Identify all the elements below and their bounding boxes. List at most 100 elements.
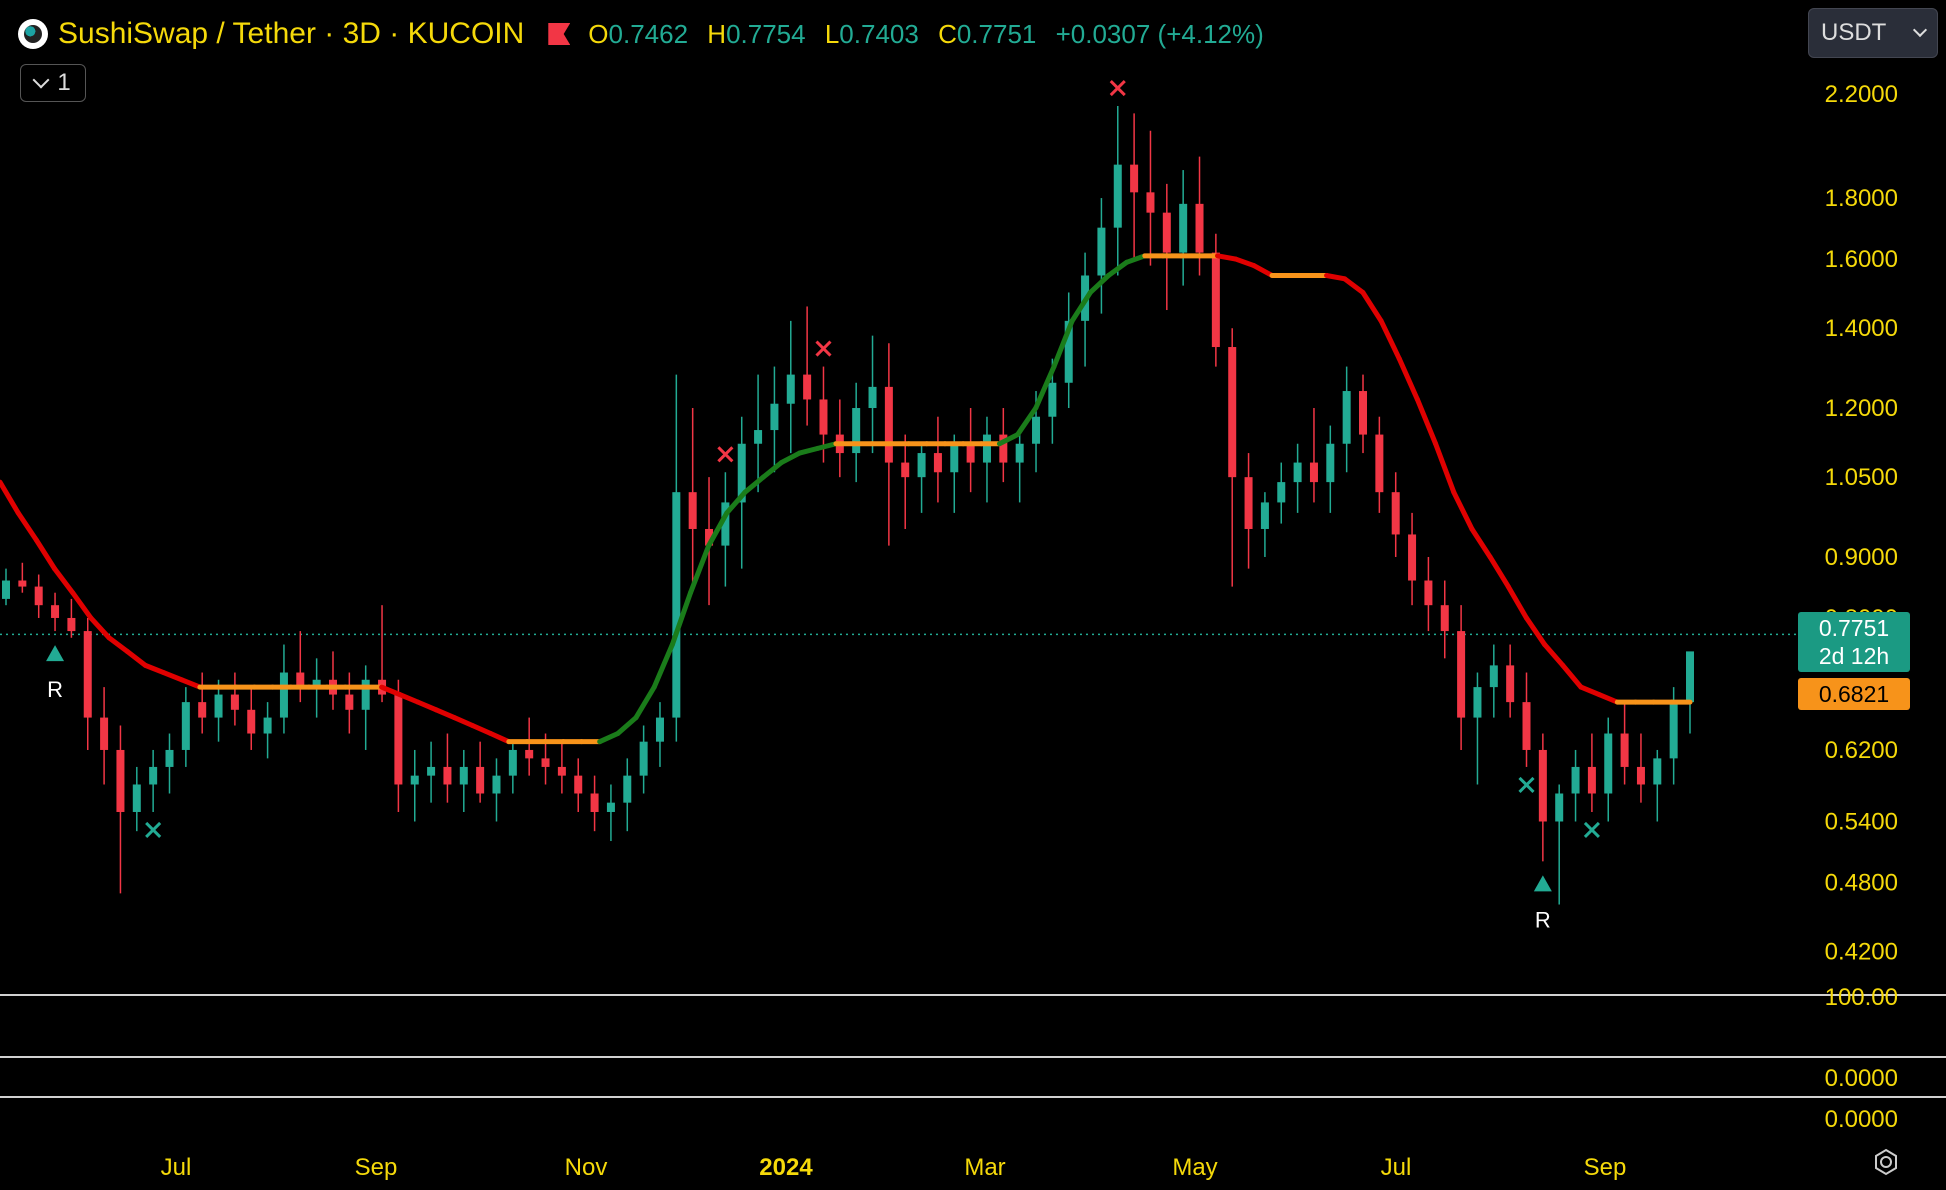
candle-body: [132, 784, 141, 812]
candle-body: [1686, 651, 1694, 703]
candle-body: [492, 775, 501, 794]
lower-pane-label: 0.0000: [1825, 1065, 1898, 1092]
candle-body: [819, 399, 828, 435]
candle-body: [1326, 443, 1335, 483]
trend-segment: [179, 677, 203, 690]
trend-segment: [1451, 489, 1475, 532]
candle-body: [1293, 462, 1302, 483]
candle-body: [525, 749, 534, 759]
price-tick-label: 0.9000: [1825, 544, 1898, 571]
candle-body: [67, 617, 76, 632]
trend-segment: [651, 642, 675, 690]
symbol-title[interactable]: SushiSwap / Tether · 3D · KUCOIN: [58, 17, 524, 51]
candle-body: [1015, 443, 1024, 463]
candle-body: [1440, 605, 1449, 632]
trend-segment: [0, 479, 21, 516]
trend-segment: [469, 722, 494, 737]
candle-body: [1636, 766, 1645, 785]
candle-body: [672, 492, 681, 718]
open-value: 0.7462: [608, 18, 689, 49]
chart-header: SushiSwap / Tether · 3D · KUCOIN O0.7462…: [18, 14, 1276, 54]
triangle-up-marker: [1533, 875, 1552, 892]
price-axis[interactable]: 2.2000 1.8000 1.6000 1.4000 1.2000 1.0500 0.90…: [1825, 81, 1898, 1133]
indicators-toggle-button[interactable]: 1: [20, 64, 86, 102]
change-value: +0.0307 (+4.12%): [1055, 18, 1264, 49]
candle-body: [786, 374, 795, 404]
trend-segment: [1215, 253, 1239, 262]
candle-body: [1522, 702, 1531, 750]
trend-segment: [1360, 289, 1384, 324]
candle-body: [1489, 665, 1498, 688]
time-tick-label: Sep: [355, 1154, 398, 1181]
candle-body: [1113, 164, 1122, 228]
candle-body: [459, 766, 468, 785]
candle-body: [541, 758, 550, 767]
trend-segment: [1251, 263, 1275, 278]
candle-body: [1604, 733, 1613, 794]
candle-body: [1146, 192, 1155, 213]
candle-body: [803, 374, 812, 400]
candle-body: [1620, 733, 1629, 767]
trend-segment: [397, 692, 421, 705]
candle-body: [1457, 631, 1466, 718]
settings-gear-icon[interactable]: [1872, 1148, 1900, 1176]
candle-body: [263, 717, 272, 734]
trend-segment: [1596, 692, 1620, 705]
time-tick-label: May: [1172, 1154, 1217, 1181]
cross-signal-marker: [815, 340, 832, 357]
currency-select[interactable]: USDT: [1808, 8, 1938, 58]
trend-segment: [797, 445, 821, 456]
candle-body: [1211, 252, 1220, 348]
candle-body: [1424, 580, 1433, 606]
price-tick-label: 0.6200: [1825, 737, 1898, 764]
price-chart[interactable]: RR 2.20001.80001.60001.40001.20001.05000…: [0, 0, 1946, 1190]
candle-body: [279, 672, 288, 718]
lower-pane-label: 0.0000: [1825, 1106, 1898, 1133]
price-tick-label: 2.2000: [1825, 81, 1898, 108]
candle-body: [868, 386, 877, 409]
time-tick-label: Sep: [1584, 1154, 1627, 1181]
trend-segment: [615, 715, 639, 737]
candle-body: [1587, 766, 1596, 794]
candle-body: [1162, 212, 1171, 253]
candle-body: [655, 717, 664, 742]
close-value: 0.7751: [956, 18, 1037, 49]
bar-countdown: 2d 12h: [1818, 643, 1890, 669]
candle-body: [1260, 502, 1269, 529]
trend-segment: [142, 662, 167, 676]
trend-segment: [815, 441, 839, 451]
chevron-down-icon: [32, 71, 50, 89]
candle-body: [1179, 203, 1188, 253]
time-tick-label: Nov: [565, 1154, 608, 1181]
candle-body: [230, 694, 239, 710]
trend-segment: [1233, 256, 1257, 269]
price-tick-label: 1.2000: [1825, 395, 1898, 422]
candle-body: [247, 709, 256, 734]
candle-body: [181, 702, 190, 750]
candle-body: [688, 492, 697, 529]
trend-segment: [597, 731, 621, 745]
trend-segment: [778, 450, 803, 466]
candle-body: [18, 580, 27, 587]
candle-body: [1032, 416, 1041, 444]
chevron-down-icon: [1912, 22, 1928, 38]
trend-segment: [52, 566, 76, 596]
candle-body: [394, 694, 403, 785]
trend-segment: [33, 537, 58, 572]
flag-icon[interactable]: [548, 23, 571, 45]
candle-body: [901, 462, 910, 478]
trend-segment: [433, 707, 457, 721]
price-tick-label: 1.8000: [1825, 185, 1898, 212]
triangle-up-marker: [46, 645, 65, 662]
candle-body: [966, 443, 975, 463]
candle-body: [198, 702, 207, 718]
candle-body: [1309, 462, 1318, 483]
time-tick-label: 2024: [759, 1154, 813, 1181]
candle-body: [754, 430, 763, 444]
candle-body: [852, 408, 861, 454]
candle-body: [361, 679, 370, 710]
candle-body: [557, 766, 566, 776]
candles-layer: [2, 106, 1694, 905]
trend-segment: [1378, 318, 1402, 362]
time-axis[interactable]: Jul Sep Nov 2024 Mar May Jul Sep: [161, 1154, 1627, 1181]
